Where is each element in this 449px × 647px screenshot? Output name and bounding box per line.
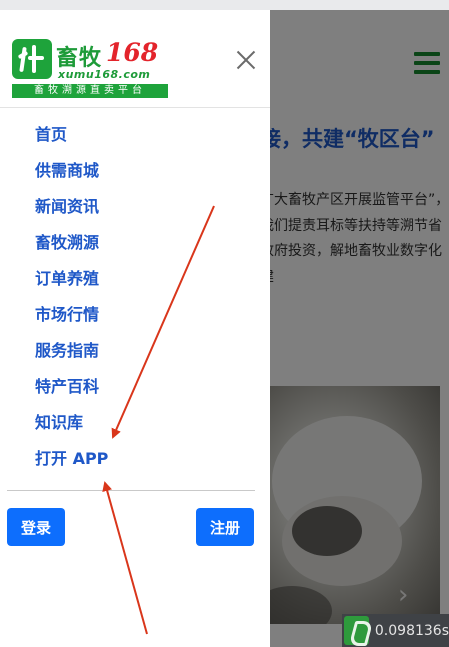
timer-logo-icon [344,616,369,645]
nav-item-home[interactable]: 首页 [0,117,270,153]
site-logo[interactable]: 畜牧 168 xumu168.com 畜牧溯源直卖平台 [12,30,168,100]
login-button[interactable]: 登录 [7,508,65,546]
nav-item-traceability[interactable]: 畜牧溯源 [0,225,270,261]
logo-slogan: 畜牧溯源直卖平台 [12,84,168,98]
nav-item-mall[interactable]: 供需商城 [0,153,270,189]
nav-item-specialty[interactable]: 特产百科 [0,369,270,405]
nav-drawer: 畜牧 168 xumu168.com 畜牧溯源直卖平台 首页 供需商城 新闻资讯… [0,10,270,647]
overlay-backdrop[interactable] [270,10,449,647]
logo-emblem-icon [12,39,52,79]
load-timer-badge: 0.098136s [342,614,449,647]
logo-url: xumu168.com [58,68,151,81]
load-time: 0.098136s [374,622,449,639]
logo-number: 168 [106,38,159,67]
nav-item-service-guide[interactable]: 服务指南 [0,333,270,369]
register-button[interactable]: 注册 [196,508,254,546]
divider [7,490,255,491]
close-icon[interactable] [236,50,256,70]
nav-item-knowledge[interactable]: 知识库 [0,405,270,441]
drawer-nav: 首页 供需商城 新闻资讯 畜牧溯源 订单养殖 市场行情 服务指南 特产百科 知识… [0,117,270,477]
nav-item-market[interactable]: 市场行情 [0,297,270,333]
divider [0,107,270,108]
nav-item-open-app[interactable]: 打开 APP [0,441,270,477]
nav-item-news[interactable]: 新闻资讯 [0,189,270,225]
nav-item-order-farming[interactable]: 订单养殖 [0,261,270,297]
